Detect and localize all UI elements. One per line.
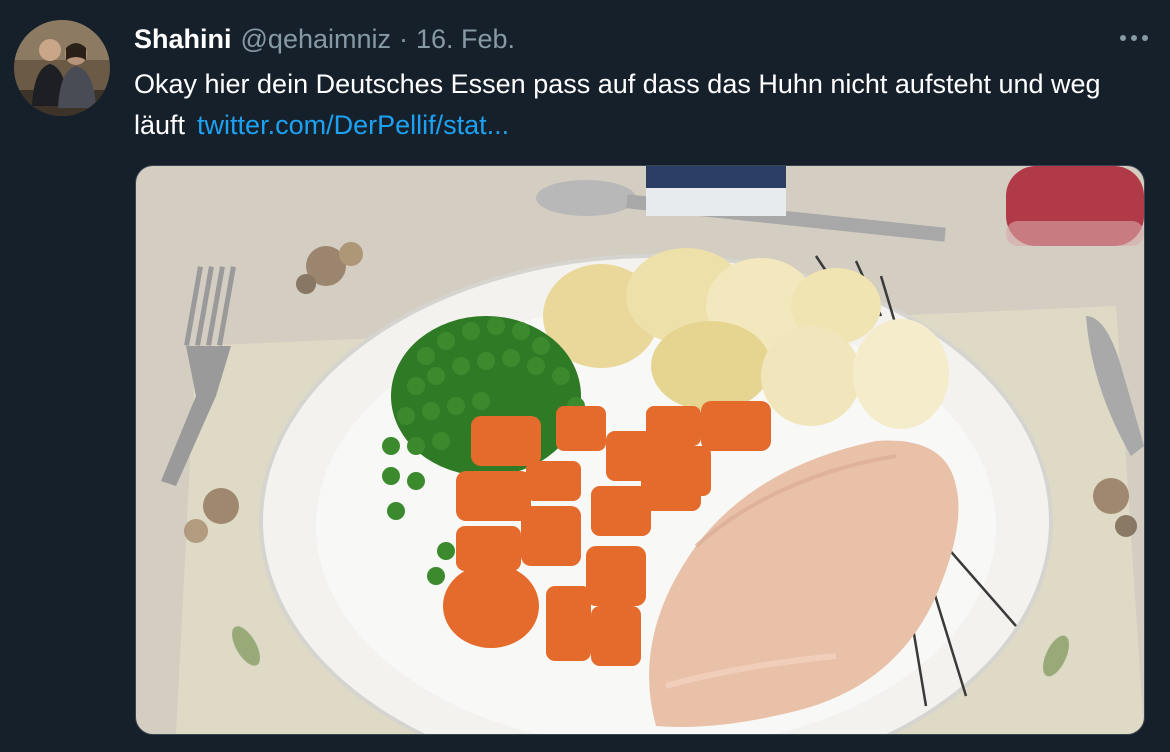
tweet-timestamp[interactable]: 16. Feb. bbox=[416, 24, 515, 55]
tweet-body: Okay hier dein Deutsches Essen pass auf … bbox=[134, 64, 1144, 146]
food-photo-icon bbox=[136, 166, 1144, 734]
avatar-photo-icon bbox=[14, 20, 110, 116]
tweet-card[interactable]: Shahini @qehaimniz · 16. Feb. Okay hier … bbox=[0, 0, 1170, 752]
tweet-link[interactable]: twitter.com/DerPellif/stat... bbox=[197, 110, 509, 140]
header-separator: · bbox=[399, 24, 408, 54]
tweet-header: Shahini @qehaimniz · 16. Feb. bbox=[134, 24, 515, 58]
more-options-button[interactable] bbox=[1114, 24, 1154, 52]
author-display-name[interactable]: Shahini bbox=[134, 24, 232, 55]
author-handle[interactable]: @qehaimniz bbox=[241, 24, 391, 55]
author-avatar[interactable] bbox=[14, 20, 110, 116]
more-dots-icon bbox=[1120, 35, 1148, 41]
tweet-media-photo[interactable] bbox=[135, 165, 1145, 735]
